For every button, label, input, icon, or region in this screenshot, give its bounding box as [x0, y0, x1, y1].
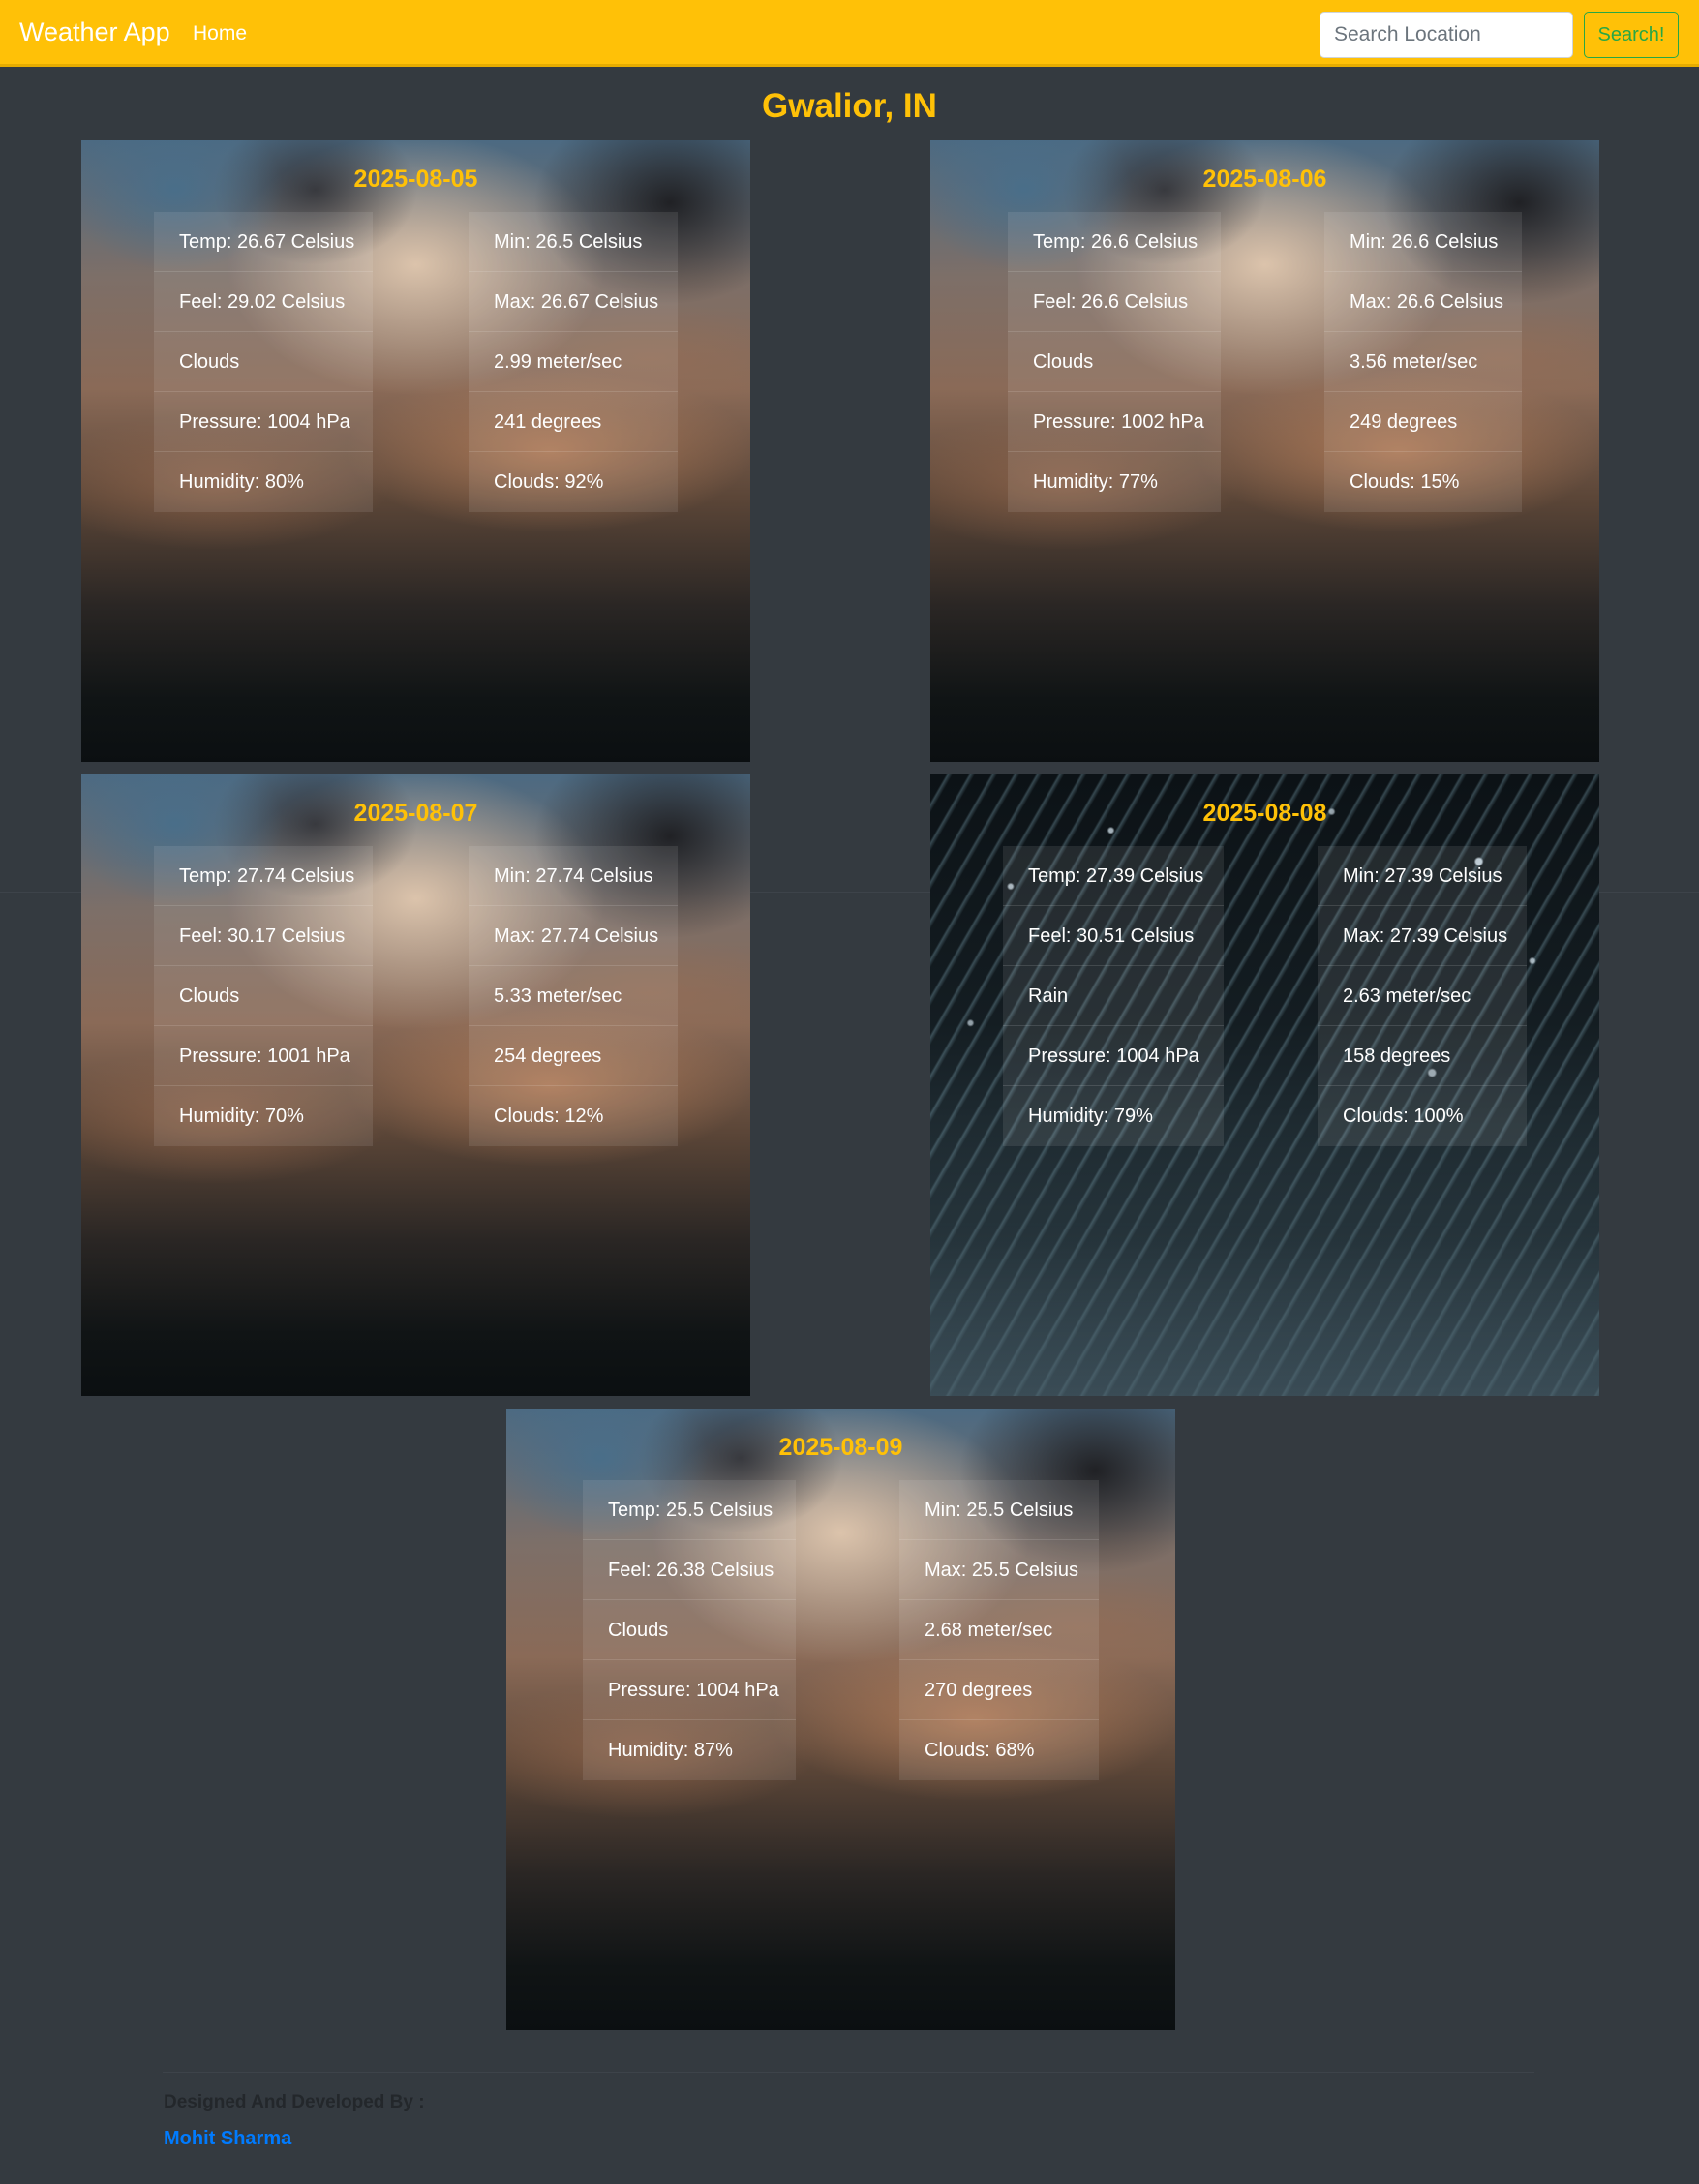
wind-direction-value: 158 degrees — [1318, 1026, 1527, 1086]
condition-value: Clouds — [154, 966, 373, 1026]
forecast-left-column: Temp: 27.74 Celsius Feel: 30.17 Celsius … — [154, 846, 373, 1146]
min-value: Min: 27.74 Celsius — [469, 846, 678, 906]
min-value: Min: 26.6 Celsius — [1324, 212, 1522, 272]
temp-value: Temp: 27.74 Celsius — [154, 846, 373, 906]
footer-credit-label: Designed And Developed By : — [164, 2092, 425, 2112]
feel-value: Feel: 26.38 Celsius — [583, 1540, 796, 1600]
cloud-cover-value: Clouds: 12% — [494, 1106, 604, 1127]
forecast-right-column: Min: 26.6 Celsius Max: 26.6 Celsius 3.56… — [1324, 212, 1522, 512]
wind-speed-value: 2.63 meter/sec — [1318, 966, 1527, 1026]
feel-value: Feel: 30.51 Celsius — [1003, 906, 1224, 966]
nav-home-link[interactable]: Home — [193, 22, 247, 46]
forecast-left-column: Temp: 25.5 Celsius Feel: 26.38 Celsius C… — [583, 1480, 796, 1780]
forecast-card: 2025-08-06 Temp: 26.6 Celsius Feel: 26.6… — [930, 140, 1599, 762]
cloud-cover-value: Clouds: 92% — [494, 471, 604, 493]
cloud-cover-value: Clouds: 68% — [925, 1740, 1035, 1761]
forecast-date: 2025-08-09 — [778, 1434, 903, 1461]
forecast-date: 2025-08-05 — [353, 166, 478, 193]
forecast-date: 2025-08-08 — [1202, 800, 1327, 827]
min-value: Min: 27.39 Celsius — [1318, 846, 1527, 906]
pressure-value: Pressure: 1004 hPa — [1003, 1026, 1224, 1086]
humidity-value: Humidity: 77% — [1033, 471, 1158, 493]
wind-speed-value: 2.68 meter/sec — [899, 1600, 1099, 1660]
condition-value: Clouds — [154, 332, 373, 392]
wind-direction-value: 254 degrees — [469, 1026, 678, 1086]
pressure-value: Pressure: 1001 hPa — [154, 1026, 373, 1086]
cloud-cover-value: Clouds: 100% — [1343, 1106, 1464, 1127]
forecast-left-column: Temp: 26.6 Celsius Feel: 26.6 Celsius Cl… — [1008, 212, 1221, 512]
footer-divider — [163, 2072, 1534, 2073]
forecast-left-column: Temp: 27.39 Celsius Feel: 30.51 Celsius … — [1003, 846, 1224, 1146]
search-button[interactable]: Search! — [1584, 12, 1679, 58]
pressure-value: Pressure: 1004 hPa — [583, 1660, 796, 1720]
max-value: Max: 26.6 Celsius — [1324, 272, 1522, 332]
temp-value: Temp: 25.5 Celsius — [583, 1480, 796, 1540]
temp-value: Temp: 26.6 Celsius — [1008, 212, 1221, 272]
wind-direction-value: 270 degrees — [899, 1660, 1099, 1720]
author-link[interactable]: Mohit Sharma — [164, 2128, 291, 2150]
max-value: Max: 27.74 Celsius — [469, 906, 678, 966]
forecast-card: 2025-08-07 Temp: 27.74 Celsius Feel: 30.… — [81, 774, 750, 1396]
city-title: Gwalior, IN — [762, 87, 937, 125]
feel-value: Feel: 26.6 Celsius — [1008, 272, 1221, 332]
humidity-value: Humidity: 79% — [1028, 1106, 1153, 1127]
wind-speed-value: 2.99 meter/sec — [469, 332, 678, 392]
forecast-right-column: Min: 26.5 Celsius Max: 26.67 Celsius 2.9… — [469, 212, 678, 512]
temp-value: Temp: 26.67 Celsius — [154, 212, 373, 272]
wind-speed-value: 5.33 meter/sec — [469, 966, 678, 1026]
forecast-left-column: Temp: 26.67 Celsius Feel: 29.02 Celsius … — [154, 212, 373, 512]
cloud-cover-value: Clouds: 15% — [1350, 471, 1460, 493]
humidity-value: Humidity: 80% — [179, 471, 304, 493]
min-value: Min: 26.5 Celsius — [469, 212, 678, 272]
pressure-value: Pressure: 1004 hPa — [154, 392, 373, 452]
feel-value: Feel: 30.17 Celsius — [154, 906, 373, 966]
min-value: Min: 25.5 Celsius — [899, 1480, 1099, 1540]
navbar: Weather App Home Search! — [0, 0, 1699, 67]
wind-speed-value: 3.56 meter/sec — [1324, 332, 1522, 392]
forecast-right-column: Min: 27.39 Celsius Max: 27.39 Celsius 2.… — [1318, 846, 1527, 1146]
search-input[interactable] — [1320, 12, 1573, 58]
brand-logo[interactable]: Weather App — [19, 17, 170, 47]
max-value: Max: 25.5 Celsius — [899, 1540, 1099, 1600]
feel-value: Feel: 29.02 Celsius — [154, 272, 373, 332]
pressure-value: Pressure: 1002 hPa — [1008, 392, 1221, 452]
forecast-date: 2025-08-06 — [1202, 166, 1327, 193]
wind-direction-value: 241 degrees — [469, 392, 678, 452]
max-value: Max: 26.67 Celsius — [469, 272, 678, 332]
condition-value: Clouds — [583, 1600, 796, 1660]
max-value: Max: 27.39 Celsius — [1318, 906, 1527, 966]
forecast-right-column: Min: 27.74 Celsius Max: 27.74 Celsius 5.… — [469, 846, 678, 1146]
condition-value: Rain — [1003, 966, 1224, 1026]
forecast-card: 2025-08-09 Temp: 25.5 Celsius Feel: 26.3… — [506, 1409, 1175, 2030]
forecast-card: 2025-08-08 Temp: 27.39 Celsius Feel: 30.… — [930, 774, 1599, 1396]
humidity-value: Humidity: 70% — [179, 1106, 304, 1127]
humidity-value: Humidity: 87% — [608, 1740, 733, 1761]
forecast-date: 2025-08-07 — [353, 800, 478, 827]
condition-value: Clouds — [1008, 332, 1221, 392]
forecast-card: 2025-08-05 Temp: 26.67 Celsius Feel: 29.… — [81, 140, 750, 762]
temp-value: Temp: 27.39 Celsius — [1003, 846, 1224, 906]
wind-direction-value: 249 degrees — [1324, 392, 1522, 452]
forecast-right-column: Min: 25.5 Celsius Max: 25.5 Celsius 2.68… — [899, 1480, 1099, 1780]
